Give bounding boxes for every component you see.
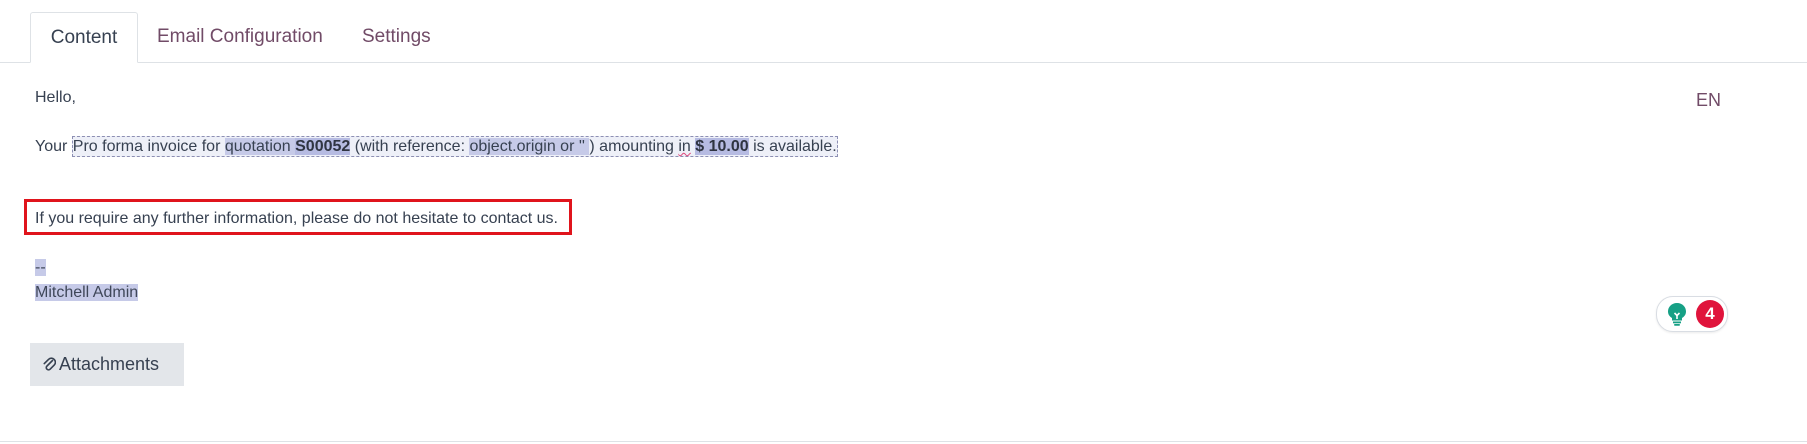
amounting-text: ) amounting	[589, 138, 679, 155]
signature-dash-text: --	[35, 259, 46, 276]
signature-name-text: Mitchell Admin	[35, 284, 139, 301]
mail-template-editor: Content Email Configuration Settings Hel…	[0, 0, 1807, 444]
origin-expression: object.origin or ''	[469, 138, 590, 155]
grammar-count-badge: 4	[1696, 300, 1724, 328]
attachments-button[interactable]: Attachments	[30, 343, 184, 386]
with-reference-text: (with reference:	[350, 138, 470, 155]
lightbulb-icon	[1668, 303, 1686, 326]
bottom-divider	[0, 441, 1807, 442]
dynamic-placeholder-block[interactable]: Pro forma invoice for quotation S00052 (…	[71, 136, 838, 157]
quotation-word: quotation	[224, 138, 296, 155]
in-word: in	[678, 138, 691, 155]
pro-forma-text: Pro forma invoice for	[72, 138, 225, 155]
amount-value: $ 10.00	[695, 138, 749, 155]
tab-settings[interactable]: Settings	[342, 12, 451, 62]
your-text: Your	[35, 138, 72, 155]
language-button[interactable]: EN	[1696, 90, 1721, 111]
tab-bar: Content Email Configuration Settings	[0, 0, 1807, 63]
is-available-text: is available.	[748, 138, 837, 155]
tab-email-configuration[interactable]: Email Configuration	[137, 12, 343, 62]
invoice-sentence[interactable]: Your Pro forma invoice for quotation S00…	[35, 136, 838, 157]
tab-content[interactable]: Content	[30, 12, 138, 63]
attachments-label: Attachments	[59, 354, 160, 374]
greeting-text[interactable]: Hello,	[35, 89, 76, 107]
grammar-checker-widget[interactable]: 4	[1656, 296, 1728, 332]
signature-name[interactable]: Mitchell Admin	[35, 284, 139, 302]
paperclip-icon	[43, 357, 57, 371]
help-sentence[interactable]: If you require any further information, …	[35, 210, 558, 228]
quotation-number: S00052	[295, 138, 351, 155]
signature-dash[interactable]: --	[35, 259, 46, 277]
